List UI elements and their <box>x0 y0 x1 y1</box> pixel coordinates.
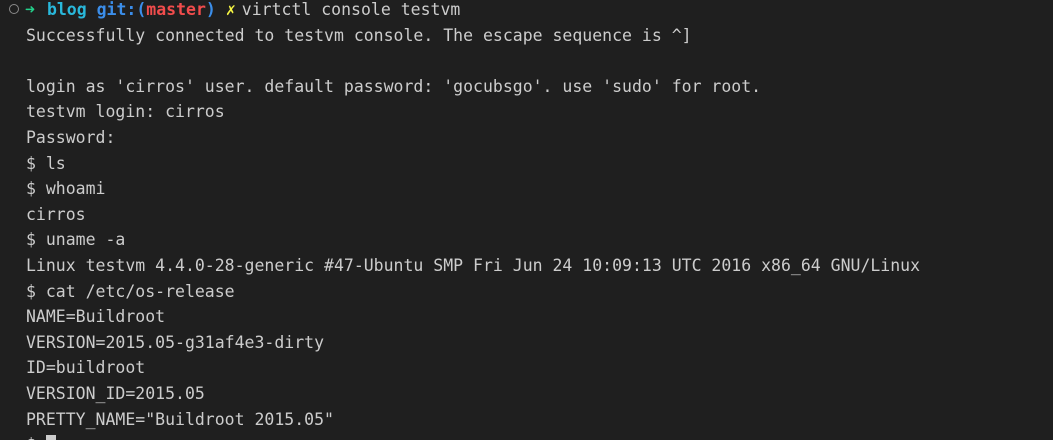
current-input-line[interactable]: $ <box>0 432 1053 440</box>
output-line: VERSION_ID=2015.05 <box>26 383 205 403</box>
output-line: $ ls <box>26 153 66 173</box>
current-prompt: $ <box>26 435 46 440</box>
output-line: $ whoami <box>26 179 106 199</box>
output-line: cirros <box>26 204 86 224</box>
output-line: testvm login: cirros <box>26 102 225 122</box>
prompt-git-branch: master <box>146 0 206 19</box>
output-line: Successfully connected to testvm console… <box>26 25 692 45</box>
terminal-window[interactable]: ➜ blog git:(master) ✗ virtctl console testv… <box>0 0 1053 440</box>
git-dirty-icon: ✗ <box>225 0 236 19</box>
output-line: Linux testvm 4.4.0-28-generic #47-Ubuntu… <box>26 255 921 275</box>
output-line: login as 'cirros' user. default password… <box>26 76 762 96</box>
command-decoration-icon[interactable] <box>9 4 19 14</box>
terminal-output: ➜ blog git:(master) ✗ virtctl console testv… <box>0 0 1053 440</box>
prompt-directory: blog <box>46 0 87 19</box>
output-line: Password: <box>26 127 116 147</box>
prompt-git-close: ) <box>205 0 216 19</box>
output-line: VERSION=2015.05-g31af4e3-dirty <box>26 332 325 352</box>
output-line: $ uname -a <box>26 230 126 250</box>
terminal-cursor <box>45 435 56 440</box>
command-text: virtctl console testvm <box>241 0 461 19</box>
output-line: PRETTY_NAME="Buildroot 2015.05" <box>26 409 334 429</box>
prompt-git-label: git:( <box>96 0 147 19</box>
shell-prompt-line: ➜ blog git:(master) ✗ virtctl console testv… <box>0 0 1053 23</box>
output-line: $ cat /etc/os-release <box>26 281 235 301</box>
output-line: ID=buildroot <box>26 358 146 378</box>
output-line: NAME=Buildroot <box>26 307 166 327</box>
prompt-arrow-icon: ➜ <box>25 0 35 19</box>
